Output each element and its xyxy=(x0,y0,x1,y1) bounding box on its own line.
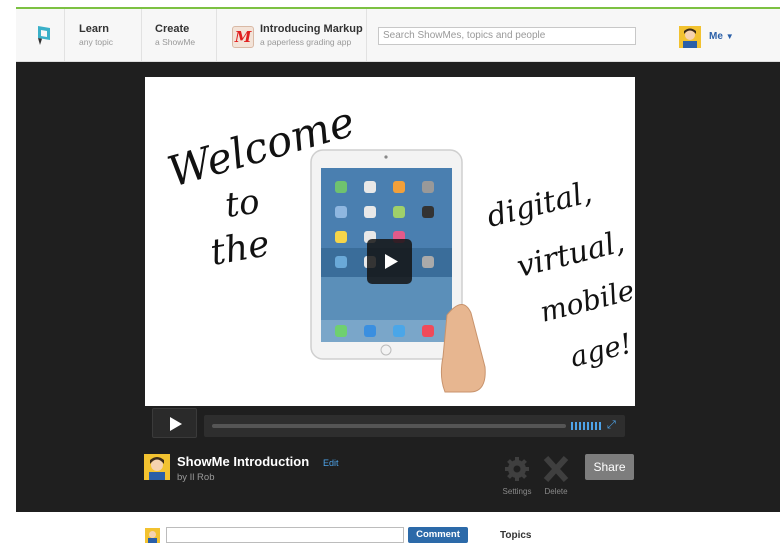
play-icon xyxy=(385,254,398,269)
nav-divider xyxy=(141,9,142,61)
progress-bar[interactable] xyxy=(212,424,566,428)
markup-logo-icon[interactable]: M xyxy=(232,26,254,48)
gear-icon xyxy=(505,457,529,481)
video-author[interactable]: by Il Rob xyxy=(177,472,215,483)
nav-divider xyxy=(366,9,367,61)
nav-learn-subtitle: any topic xyxy=(79,37,114,47)
slide-word: to xyxy=(223,182,262,226)
nav-create[interactable]: Create a ShowMe xyxy=(155,23,195,47)
close-icon xyxy=(543,455,569,483)
comment-input[interactable] xyxy=(166,527,404,543)
slide-word: age! xyxy=(567,327,635,374)
slide-word: digital, xyxy=(483,175,595,235)
slide-word: mobile xyxy=(537,274,635,329)
big-play-button[interactable] xyxy=(367,239,412,284)
nav-divider xyxy=(64,9,65,61)
chevron-down-icon: ▼ xyxy=(725,32,734,41)
showme-logo-icon[interactable] xyxy=(36,24,52,46)
play-icon xyxy=(170,417,182,431)
author-avatar[interactable] xyxy=(144,454,170,480)
settings-button[interactable]: Settings xyxy=(500,456,534,496)
fullscreen-icon[interactable]: ⤢ xyxy=(607,419,616,432)
settings-label: Settings xyxy=(502,487,532,496)
video-title: ShowMe Introduction xyxy=(177,454,310,469)
volume-icon[interactable] xyxy=(571,422,601,430)
slide-word: the xyxy=(207,223,272,274)
user-avatar[interactable] xyxy=(679,26,701,48)
play-button[interactable] xyxy=(152,408,197,438)
slide-word: virtual, xyxy=(513,224,628,284)
search-input[interactable]: Search ShowMes, topics and people xyxy=(378,27,636,45)
nav-divider xyxy=(216,9,217,61)
delete-button[interactable]: Delete xyxy=(540,455,572,496)
site-header: Learn any topic Create a ShowMe M Introd… xyxy=(16,9,780,62)
nav-markup-title: Introducing Markup xyxy=(260,23,363,35)
nav-learn-title: Learn xyxy=(79,23,109,35)
user-menu[interactable]: Me ▼ xyxy=(709,31,734,42)
progress-track[interactable]: ⤢ xyxy=(204,415,625,437)
nav-markup-subtitle: a paperless grading app xyxy=(260,37,352,47)
commenter-avatar xyxy=(145,528,160,543)
edit-link[interactable]: Edit xyxy=(323,458,339,468)
comment-button[interactable]: Comment xyxy=(408,527,468,543)
nav-create-title: Create xyxy=(155,23,190,35)
nav-markup[interactable]: Introducing Markup a paperless grading a… xyxy=(260,23,363,47)
top-strip xyxy=(0,0,780,7)
topics-heading: Topics xyxy=(500,530,532,541)
delete-label: Delete xyxy=(544,487,568,496)
user-menu-label: Me xyxy=(709,31,723,42)
nav-learn[interactable]: Learn any topic xyxy=(79,23,113,47)
share-button[interactable]: Share xyxy=(585,454,634,480)
nav-create-subtitle: a ShowMe xyxy=(155,37,196,47)
